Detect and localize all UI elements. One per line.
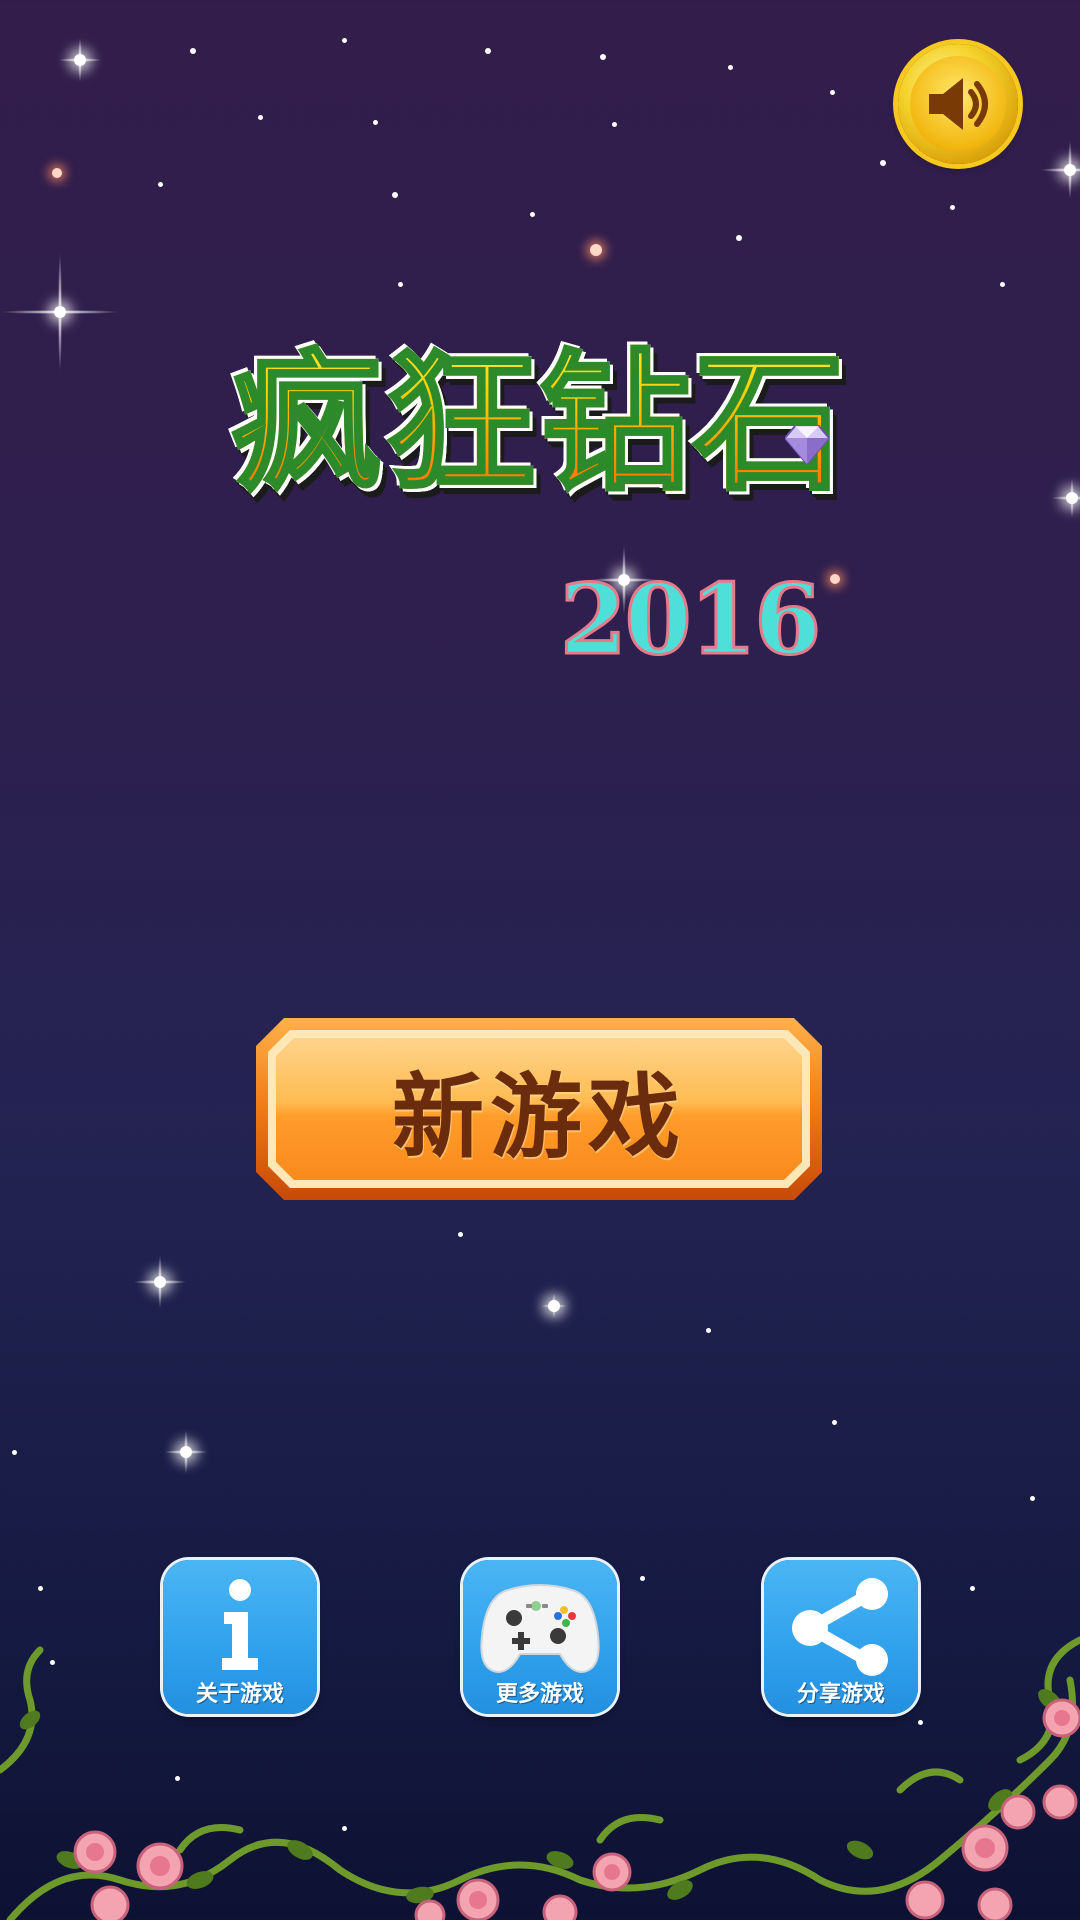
star — [158, 182, 163, 187]
star — [373, 120, 378, 125]
star — [50, 1660, 55, 1665]
sparkle-star — [1052, 478, 1080, 518]
share-game-label: 分享游戏 — [796, 1682, 885, 1707]
star — [832, 1420, 837, 1425]
sound-button-face — [910, 56, 1006, 152]
star — [530, 212, 535, 217]
game-title: 疯狂钻石 — [190, 320, 890, 513]
new-game-button-face: 新游戏 — [276, 1038, 802, 1180]
gamepad-icon — [463, 1574, 617, 1678]
star — [706, 1328, 711, 1333]
star — [38, 1586, 43, 1591]
sparkle-star — [1040, 140, 1080, 200]
star — [1030, 1496, 1035, 1501]
speaker-icon — [929, 78, 988, 130]
star — [12, 1450, 17, 1455]
year-label: 2016 — [559, 563, 823, 676]
star — [970, 1586, 975, 1591]
sound-toggle-button[interactable] — [898, 44, 1018, 164]
share-game-button[interactable]: 分享游戏 — [764, 1560, 918, 1714]
star — [392, 192, 398, 198]
new-game-button[interactable]: 新游戏 — [256, 1018, 822, 1200]
about-game-button[interactable]: 关于游戏 — [163, 1560, 317, 1714]
star — [736, 235, 742, 241]
sparkle-star — [0, 252, 120, 372]
star — [342, 1826, 347, 1831]
sparkle-star — [133, 1255, 187, 1309]
star — [600, 54, 606, 60]
star — [640, 1576, 645, 1581]
star — [1000, 282, 1005, 287]
glowing-star — [590, 244, 602, 256]
sparkle-star — [541, 1293, 567, 1319]
more-games-label: 更多游戏 — [495, 1682, 584, 1707]
star — [458, 1232, 463, 1237]
star — [175, 1776, 180, 1781]
about-game-label: 关于游戏 — [195, 1682, 284, 1707]
star — [830, 90, 835, 95]
share-icon — [764, 1574, 918, 1678]
new-game-label: 新游戏 — [391, 1063, 686, 1171]
sparkle-star — [58, 38, 102, 82]
star — [728, 65, 733, 70]
star — [342, 38, 347, 43]
star — [612, 122, 617, 127]
star — [190, 48, 196, 54]
diamond-icon — [785, 425, 829, 464]
star — [880, 160, 886, 166]
star — [258, 115, 263, 120]
star — [398, 282, 403, 287]
star — [950, 205, 955, 210]
glowing-star — [52, 168, 62, 178]
star — [485, 48, 491, 54]
info-icon — [163, 1574, 317, 1678]
star — [918, 1720, 923, 1725]
sparkle-star — [164, 1430, 208, 1474]
more-games-button[interactable]: 更多游戏 — [463, 1560, 617, 1714]
